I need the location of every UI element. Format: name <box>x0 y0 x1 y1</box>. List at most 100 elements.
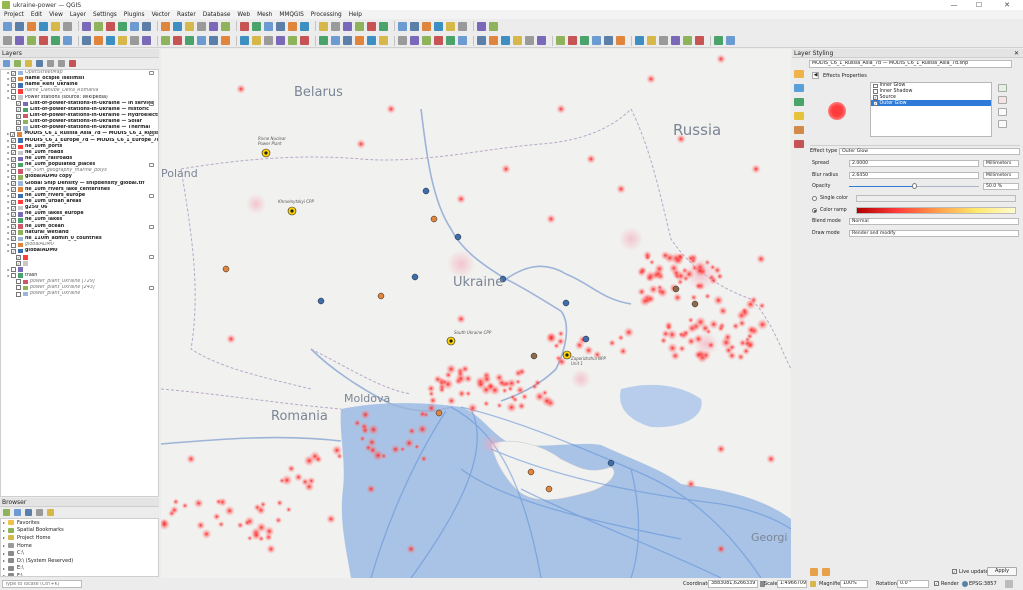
tb1-zoom-last-icon[interactable] <box>197 21 206 31</box>
locator-input[interactable] <box>2 580 82 588</box>
browser-item[interactable]: ▸ F:\ <box>1 572 158 576</box>
maximize-button[interactable]: ☐ <box>969 0 989 10</box>
close-panel-icon[interactable]: ✕ <box>1014 50 1019 57</box>
layer-visibility-checkbox[interactable]: ✓ <box>11 95 16 101</box>
tb2-open-attribute-table-icon[interactable] <box>300 36 309 45</box>
live-update-toggle[interactable]: ✓ Live update <box>952 569 988 575</box>
opacity-slider-handle[interactable] <box>911 183 917 189</box>
tb2-new-bookmark-icon[interactable] <box>616 36 625 45</box>
tb1-identify-icon[interactable] <box>264 21 273 31</box>
tb2-save-as-icon[interactable] <box>434 36 443 45</box>
tb1-deselect-icon[interactable] <box>288 21 297 31</box>
tb1-style-manager-icon[interactable] <box>477 21 486 31</box>
add-group-icon[interactable] <box>14 60 21 67</box>
tb2-statistics-icon[interactable] <box>726 36 735 45</box>
tb2-open-project-icon[interactable] <box>15 36 24 45</box>
layer-visibility-checkbox[interactable]: ✓ <box>11 248 16 254</box>
spread-input[interactable]: 2.0000 <box>849 159 979 167</box>
tb1-field-calculator-icon[interactable] <box>319 21 328 31</box>
layer-visibility-checkbox[interactable]: ✓ <box>11 174 16 180</box>
layer-visibility-checkbox[interactable]: ✓ <box>11 224 16 230</box>
layer-visibility-checkbox[interactable]: ✓ <box>10 138 16 144</box>
masks-tab-icon[interactable] <box>794 98 804 106</box>
layer-visibility-checkbox[interactable]: ✓ <box>16 125 21 131</box>
back-arrow-icon[interactable]: ◀ <box>812 72 819 79</box>
browser-item[interactable]: ▸ C:\ <box>1 549 158 557</box>
tb1-open-project-icon[interactable] <box>410 21 419 31</box>
history-tab-icon[interactable] <box>794 140 804 148</box>
redo-icon[interactable] <box>822 567 830 576</box>
tb1-pan-to-selection-icon[interactable] <box>106 21 115 31</box>
tb1-map-tips-icon[interactable] <box>367 21 376 31</box>
tb2-layout-manager-icon[interactable] <box>458 36 467 45</box>
tb1-open-attribute-table-icon[interactable] <box>300 21 309 31</box>
tb2-zoom-native-icon[interactable] <box>185 36 194 45</box>
tb1-annotation-icon[interactable] <box>355 21 364 31</box>
browser-item[interactable]: ▸ Project Home <box>1 534 158 542</box>
tb2-save-project-icon[interactable] <box>422 36 431 45</box>
layer-visibility-checkbox[interactable]: ✓ <box>11 211 16 217</box>
effect-enable-checkbox[interactable] <box>873 83 878 89</box>
tb2-pan-map-icon[interactable] <box>94 36 103 45</box>
tb2-zoom-out-icon[interactable] <box>525 36 534 45</box>
tb1-layout-manager-icon[interactable] <box>458 21 467 31</box>
effect-enable-checkbox[interactable]: ✓ <box>873 101 878 106</box>
tb2-new-print-layout-icon[interactable] <box>51 36 60 45</box>
layer-visibility-checkbox[interactable]: ✓ <box>11 76 16 82</box>
symbology-tab-icon[interactable] <box>794 70 804 78</box>
add-effect-button[interactable] <box>998 84 1007 92</box>
layer-visibility-checkbox[interactable]: ✓ <box>15 113 21 119</box>
tb1-layout-manager-icon[interactable] <box>63 21 72 31</box>
close-button[interactable]: ✕ <box>997 0 1017 10</box>
tb2-style-manager-icon[interactable] <box>477 36 486 45</box>
apply-button[interactable]: Apply <box>987 567 1017 576</box>
tb2-style-manager-icon[interactable] <box>82 36 91 45</box>
menu-vector[interactable]: Vector <box>152 12 170 18</box>
layer-visibility-checkbox[interactable] <box>11 267 16 273</box>
filter-legend-icon[interactable] <box>36 60 43 67</box>
add-selected-layers-icon[interactable] <box>3 509 10 516</box>
opacity-slider[interactable] <box>849 183 979 190</box>
layer-visibility-checkbox[interactable] <box>16 279 21 285</box>
tb1-pan-map-icon[interactable] <box>94 21 103 31</box>
browser-item[interactable]: ▸ E:\ <box>1 565 158 573</box>
tb2-zoom-full-icon[interactable] <box>537 36 546 45</box>
tb2-select-features-icon[interactable] <box>671 36 680 45</box>
tb2-open-project-icon[interactable] <box>410 36 419 45</box>
browser-item[interactable]: ▸ Favorites <box>1 519 158 527</box>
layer-visibility-checkbox[interactable]: ✓ <box>16 260 21 266</box>
layer-visibility-checkbox[interactable]: ✓ <box>11 217 16 223</box>
menu-help[interactable]: Help <box>349 12 362 18</box>
tb2-zoom-to-layer-icon[interactable] <box>568 36 577 45</box>
tb2-statistics-icon[interactable] <box>331 36 340 45</box>
expand-all-icon[interactable] <box>47 60 54 67</box>
layer-visibility-checkbox[interactable]: ✓ <box>11 156 16 162</box>
tb1-pan-map-icon[interactable] <box>489 21 498 31</box>
layer-visibility-checkbox[interactable]: ✓ <box>16 254 21 260</box>
layer-visibility-checkbox[interactable]: ✓ <box>11 236 16 242</box>
tb2-text-annotation-icon[interactable] <box>379 36 388 45</box>
tb1-style-manager-icon[interactable] <box>82 21 91 31</box>
tb2-zoom-full-icon[interactable] <box>142 36 151 45</box>
tb2-identify-icon[interactable] <box>659 36 668 45</box>
layer-visibility-checkbox[interactable]: ✓ <box>11 144 16 150</box>
magnifier-field[interactable]: 100% <box>840 580 868 588</box>
tb2-zoom-to-selection-icon[interactable] <box>161 36 170 45</box>
tb2-zoom-next-icon[interactable] <box>604 36 613 45</box>
layer-indicator-icon[interactable] <box>149 71 154 76</box>
tb1-zoom-next-icon[interactable] <box>209 21 218 31</box>
map-canvas[interactable]: Belarus Russia Ukraine Poland Moldova Romania… <box>161 49 791 578</box>
effect-enable-checkbox[interactable]: ✓ <box>873 95 878 100</box>
layer-visibility-checkbox[interactable]: ✓ <box>11 162 16 168</box>
undo-icon[interactable] <box>810 567 818 576</box>
refresh-icon[interactable] <box>14 509 21 516</box>
tb2-zoom-native-icon[interactable] <box>580 36 589 45</box>
menu-mmqgis[interactable]: MMQGIS <box>279 12 303 18</box>
layer-visibility-checkbox[interactable] <box>11 273 16 279</box>
tb1-save-as-icon[interactable] <box>39 21 48 31</box>
tb2-select-features-icon[interactable] <box>276 36 285 45</box>
scale-field[interactable]: 1:4966709 <box>777 580 807 588</box>
tb1-new-bookmark-icon[interactable] <box>221 21 230 31</box>
tb1-zoom-out-icon[interactable] <box>130 21 139 31</box>
menu-settings[interactable]: Settings <box>93 12 117 18</box>
